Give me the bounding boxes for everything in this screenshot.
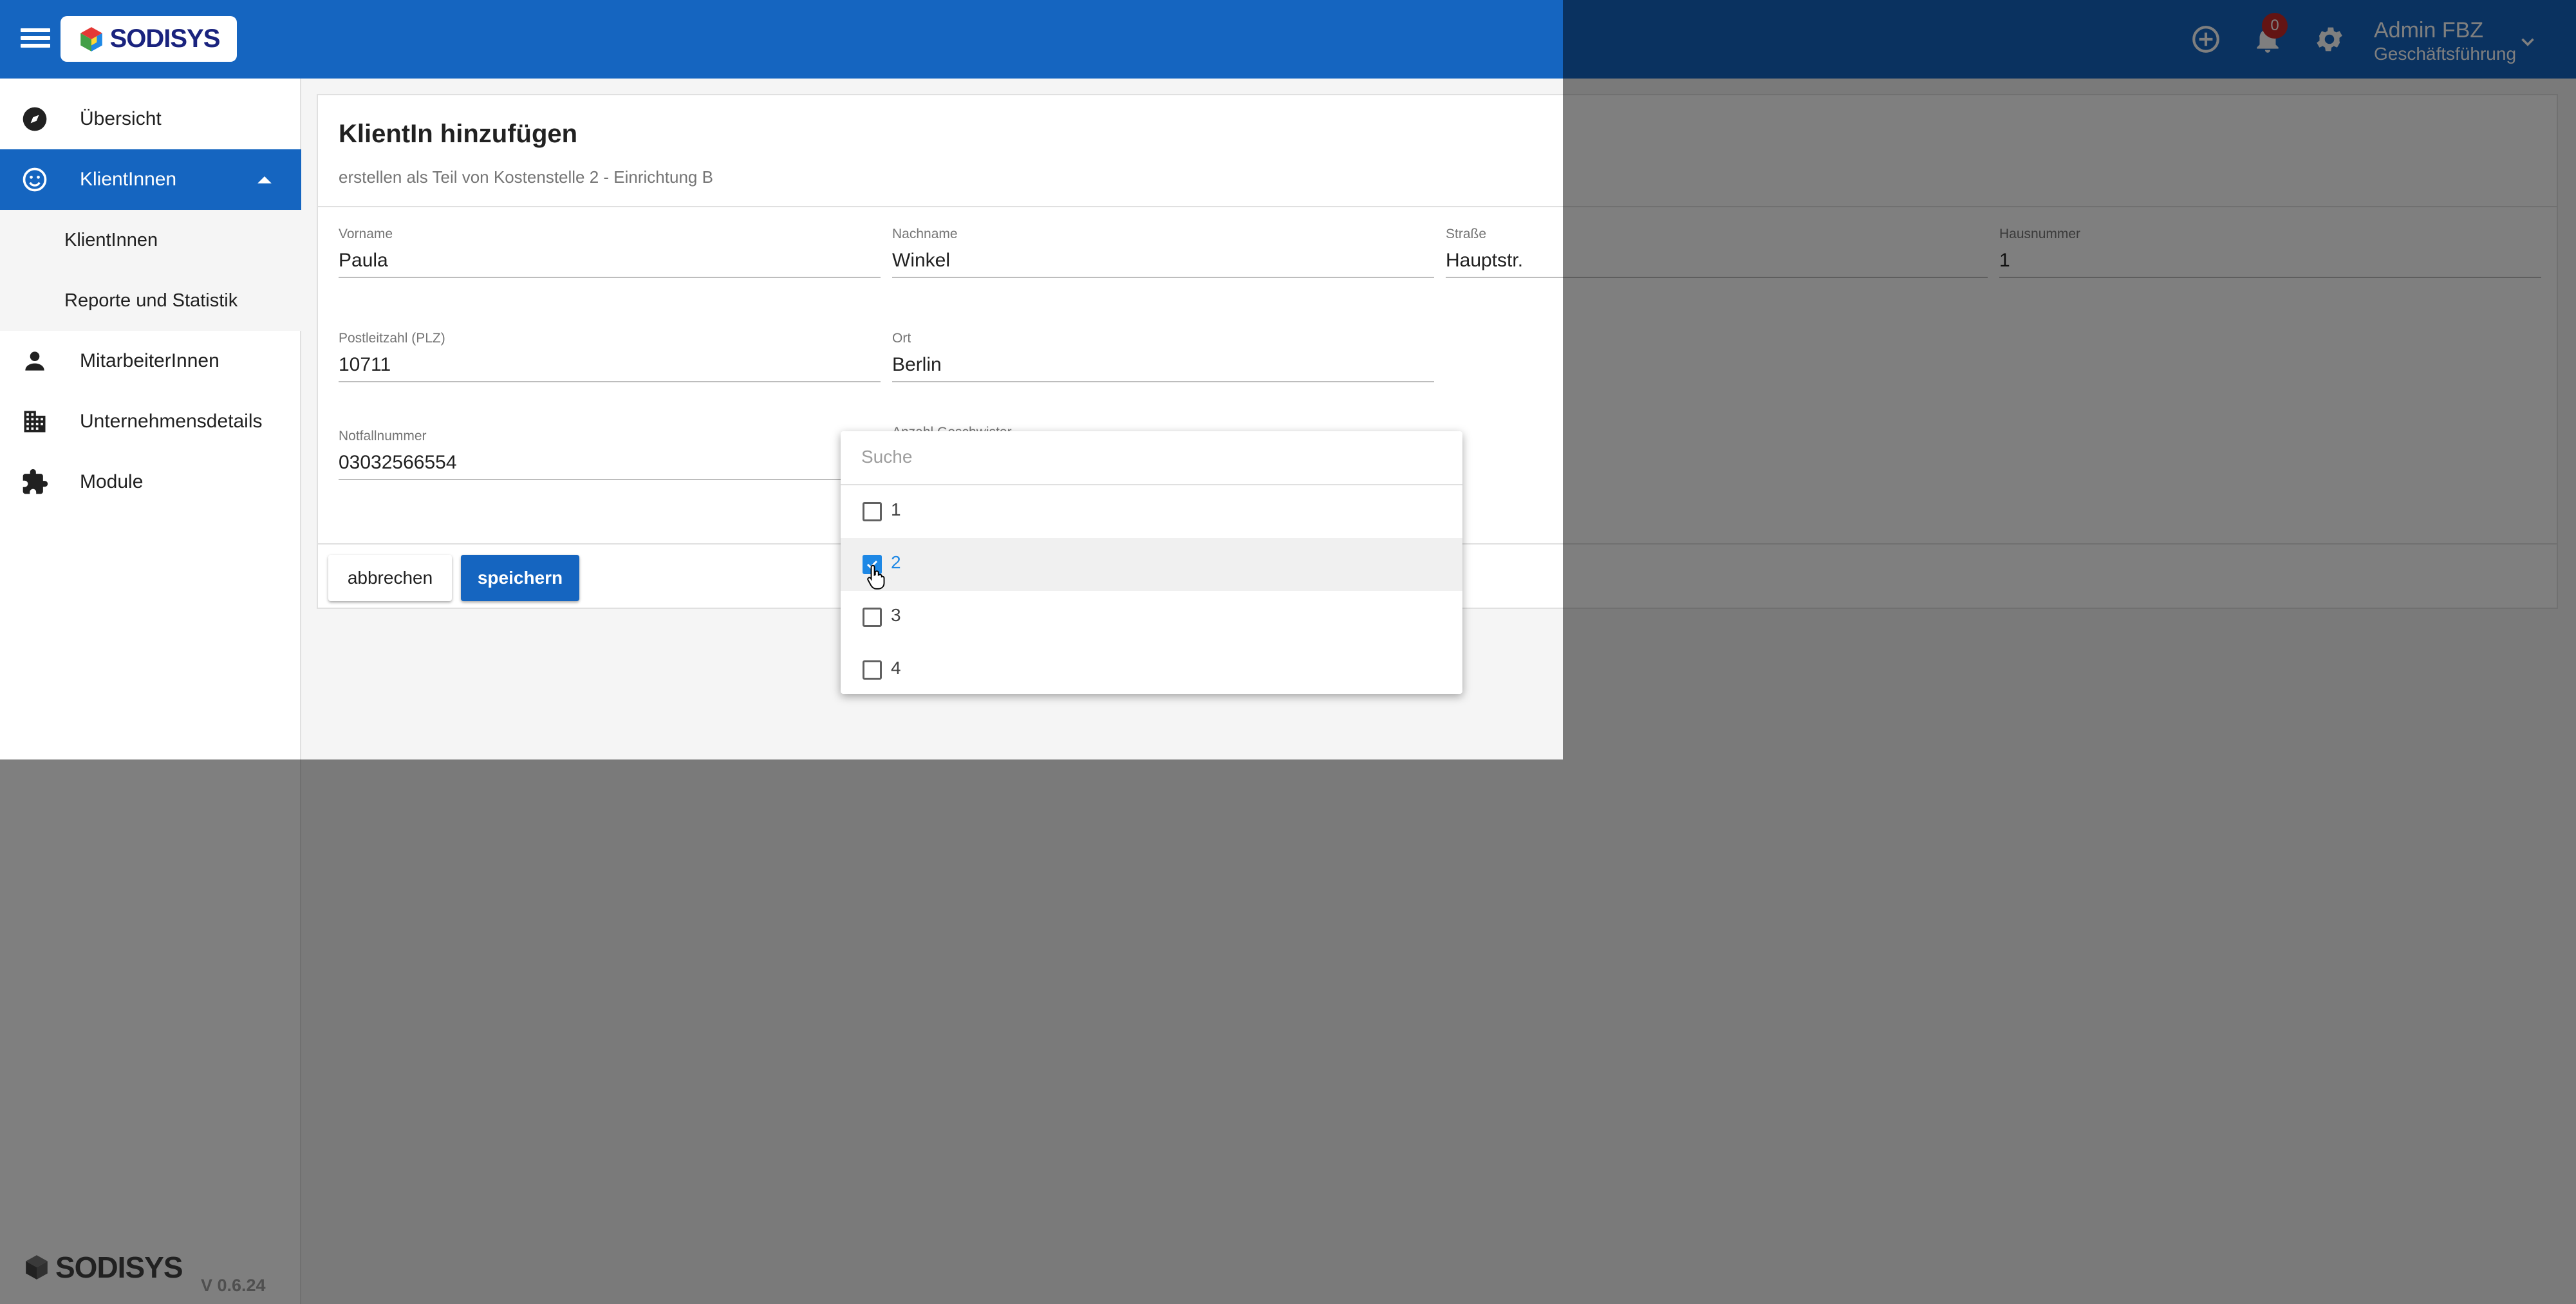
- field-value: 03032566554: [339, 452, 457, 473]
- nachname-field[interactable]: Nachname Winkel: [892, 227, 1434, 278]
- caret-up-icon[interactable]: [257, 176, 272, 183]
- sidebar-item-label: KlientInnen: [64, 229, 158, 250]
- pointer-cursor-icon: [867, 564, 885, 590]
- dropdown-option-1[interactable]: 1: [841, 485, 1462, 538]
- field-label: Ort: [892, 331, 911, 346]
- sidebar-subitem-reporte[interactable]: Reporte und Statistik: [0, 270, 301, 331]
- brand-name: SODISYS: [109, 24, 221, 53]
- plz-field[interactable]: Postleitzahl (PLZ) 10711: [339, 331, 881, 382]
- cancel-button[interactable]: abbrechen: [328, 555, 452, 601]
- sidebar-item-label: Unternehmensdetails: [80, 411, 263, 432]
- puzzle-icon: [23, 469, 48, 494]
- field-value: Paula: [339, 250, 388, 271]
- backdrop-overlay[interactable]: [1563, 0, 2576, 1304]
- option-label: 2: [891, 552, 901, 572]
- sidebar-item-label: Übersicht: [80, 108, 162, 129]
- field-label: Nachname: [892, 227, 958, 241]
- sidebar-item-uebersicht[interactable]: Übersicht: [0, 89, 301, 149]
- logo-cube-icon: [80, 26, 102, 51]
- sidebar-item-mitarbeiterinnen[interactable]: MitarbeiterInnen: [0, 331, 301, 391]
- dropdown-option-4[interactable]: 4: [841, 644, 1462, 696]
- dropdown-option-2[interactable]: 2: [841, 538, 1462, 591]
- option-label: 4: [891, 658, 901, 678]
- sidebar-subitem-klientinnen[interactable]: KlientInnen: [0, 210, 301, 270]
- hamburger-menu-icon[interactable]: [21, 24, 50, 54]
- field-label: Vorname: [339, 227, 393, 241]
- backdrop-overlay[interactable]: [0, 759, 1563, 1304]
- ort-field[interactable]: Ort Berlin: [892, 331, 1434, 382]
- field-label: Postleitzahl (PLZ): [339, 331, 445, 346]
- person-icon: [25, 351, 44, 371]
- field-value: Berlin: [892, 354, 942, 375]
- checkbox[interactable]: [863, 660, 882, 680]
- smiley-icon: [23, 167, 47, 192]
- sidebar-item-module[interactable]: Module: [0, 452, 301, 512]
- save-button[interactable]: speichern: [461, 555, 579, 601]
- sidebar-item-label: KlientInnen: [80, 169, 177, 190]
- geschwister-dropdown-panel: Suche 1 2 3 4: [841, 431, 1462, 694]
- option-label: 1: [891, 499, 901, 519]
- sidebar-item-label: MitarbeiterInnen: [80, 350, 219, 371]
- building-icon: [24, 411, 46, 433]
- field-value: Hauptstr.: [1446, 250, 1524, 271]
- dropdown-search-input[interactable]: Suche: [861, 447, 912, 467]
- sidebar-item-label: Reporte und Statistik: [64, 290, 238, 311]
- page-title: KlientIn hinzufügen: [339, 120, 578, 148]
- dropdown-option-3[interactable]: 3: [841, 591, 1462, 644]
- option-label: 3: [891, 605, 901, 625]
- checkbox[interactable]: [863, 608, 882, 627]
- sidebar-item-label: Module: [80, 471, 144, 492]
- field-value: Winkel: [892, 250, 951, 271]
- field-value: 10711: [339, 354, 391, 375]
- page-subtitle: erstellen als Teil von Kostenstelle 2 - …: [339, 167, 713, 187]
- checkbox[interactable]: [863, 502, 882, 521]
- brand-logo[interactable]: SODISYS: [61, 16, 237, 62]
- notfallnummer-field[interactable]: Notfallnummer 03032566554: [339, 429, 881, 480]
- field-label: Notfallnummer: [339, 429, 427, 443]
- sidebar-item-unternehmensdetails[interactable]: Unternehmensdetails: [0, 391, 301, 452]
- vorname-field[interactable]: Vorname Paula: [339, 227, 881, 278]
- compass-icon: [23, 107, 47, 131]
- sidebar-item-klientinnen[interactable]: KlientInnen: [0, 149, 301, 210]
- field-label: Straße: [1446, 227, 1487, 241]
